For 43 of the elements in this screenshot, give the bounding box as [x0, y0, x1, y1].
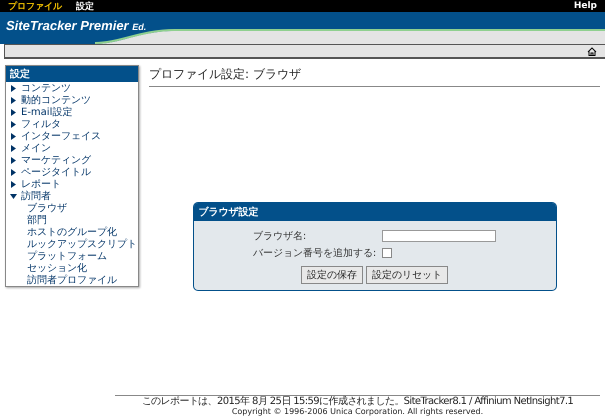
sidebar-item[interactable]: メイン: [21, 141, 51, 155]
help-link[interactable]: Help: [574, 1, 597, 11]
sidebar-subitem[interactable]: ホストのグループ化: [27, 225, 117, 239]
triangle-right-icon[interactable]: [10, 120, 17, 128]
sidebar-item[interactable]: E-mail設定: [21, 105, 72, 119]
checkbox[interactable]: [382, 248, 392, 258]
footer-text: このレポートは、2015年 8月 25日 15:59に作成されました。SiteTracker8.1 / Affinium NetInsight7.1: [140, 397, 574, 407]
sidebar-item[interactable]: ページタイトル: [21, 165, 91, 179]
sidebar-item[interactable]: 動的コンテンツ: [21, 93, 91, 107]
sidebar-item[interactable]: 訪問者: [21, 189, 51, 203]
sidebar-item[interactable]: インターフェイス: [21, 129, 101, 143]
logo: SiteTracker Premier Ed.: [6, 18, 146, 33]
home-icon[interactable]: [587, 46, 597, 56]
triangle-right-icon[interactable]: [10, 84, 17, 92]
sidebar-subitem[interactable]: プラットフォーム: [27, 249, 107, 263]
sidebar-item[interactable]: コンテンツ: [21, 81, 71, 95]
triangle-right-icon[interactable]: [10, 144, 17, 152]
menu-link[interactable]: プロファイル: [8, 0, 62, 12]
triangle-down-icon[interactable]: [10, 192, 17, 200]
sidebar-subitem[interactable]: セッション化: [27, 261, 87, 275]
sidebar-title: 設定: [6, 66, 138, 82]
settings-button[interactable]: 設定のリセット: [366, 266, 448, 284]
field-label: ブラウザ名:: [252, 230, 308, 242]
panel-title: ブラウザ設定: [194, 202, 556, 220]
sidebar-subitem[interactable]: ルックアップスクリプト: [27, 237, 137, 251]
footer-text: Copyright © 1996-2006 Unica Corporation. All rights reserved.: [230, 407, 484, 417]
sidebar-item[interactable]: フィルタ: [21, 117, 61, 131]
sidebar-subitem[interactable]: ブラウザ: [27, 201, 67, 215]
sidebar-subitem[interactable]: 訪問者プロファイル: [27, 273, 117, 287]
triangle-right-icon[interactable]: [10, 180, 17, 188]
triangle-right-icon[interactable]: [10, 132, 17, 140]
triangle-right-icon[interactable]: [10, 96, 17, 104]
page-title: プロファイル設定: ブラウザ: [149, 65, 600, 87]
sidebar-item[interactable]: レポート: [21, 177, 61, 191]
menu-link[interactable]: 設定: [76, 0, 94, 12]
field-label: バージョン番号を追加する:: [252, 246, 376, 260]
text-field[interactable]: [382, 230, 496, 242]
sidebar-item[interactable]: マーケティング: [21, 153, 91, 167]
settings-button[interactable]: 設定の保存: [301, 266, 363, 284]
sidebar-subitem[interactable]: 部門: [27, 213, 47, 227]
triangle-right-icon[interactable]: [10, 108, 17, 116]
triangle-right-icon[interactable]: [10, 168, 17, 176]
triangle-right-icon[interactable]: [10, 156, 17, 164]
